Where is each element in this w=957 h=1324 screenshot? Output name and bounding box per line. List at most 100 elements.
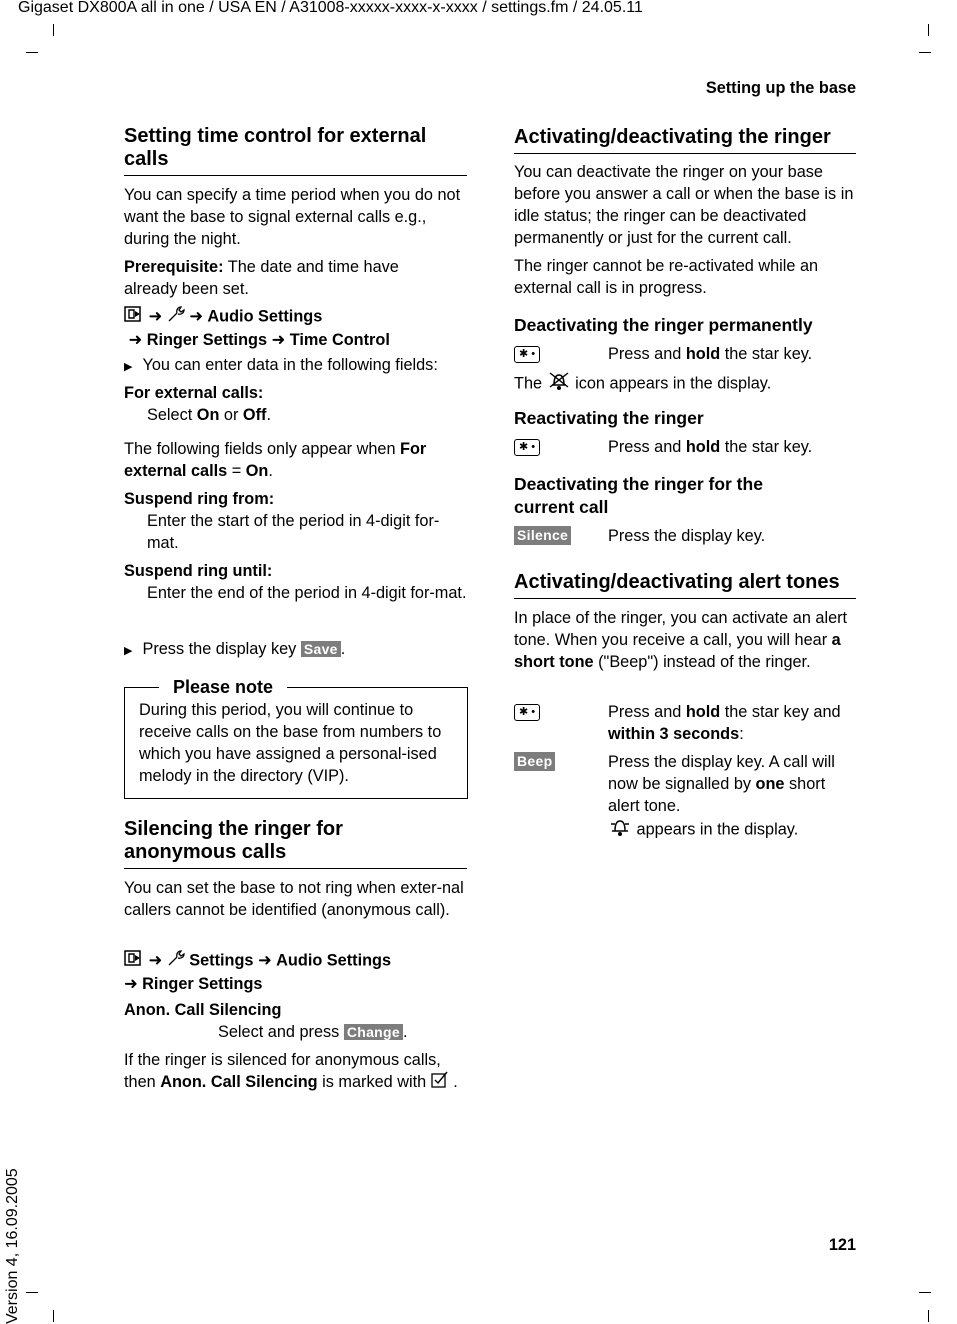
version-label: Version 4, 16.09.2005	[4, 1168, 21, 1324]
anonymous-intro: You can set the base to not ring when ex…	[124, 879, 464, 919]
menu-path-time-control: ➜ ➜ Audio Settings ➜ Ringer Settings ➜ T…	[124, 305, 468, 351]
section-header: Setting up the base	[705, 79, 856, 97]
text: ➜	[144, 951, 167, 970]
bold-text: Anon. Call Silencing	[160, 1073, 318, 1091]
text: or	[219, 406, 243, 424]
bold-text: Ringer Settings	[146, 331, 268, 349]
text: Select	[147, 406, 197, 424]
text: .	[448, 1073, 458, 1091]
silence-display-key[interactable]: Silence	[514, 526, 572, 545]
note-title: Please note	[159, 676, 288, 698]
text: The	[514, 374, 547, 393]
field-label: Suspend ring from:	[124, 490, 275, 508]
text: .	[268, 462, 273, 480]
text: .	[340, 640, 346, 658]
text: the star key and	[720, 703, 841, 721]
field-description: Enter the end of the period in 4-digit f…	[147, 584, 467, 602]
bold-text: hold	[685, 345, 721, 363]
crop-mark	[53, 24, 54, 36]
ringer-note: The ringer cannot be re-activated while …	[514, 257, 819, 297]
text: appears in the display.	[632, 820, 799, 839]
text: ➜	[267, 331, 290, 349]
heading-time-control: Setting time control for external calls	[124, 125, 467, 176]
action-text: Press and hold the star key.	[608, 343, 858, 365]
bold-text: within 3 seconds	[608, 725, 740, 743]
text: ➜	[144, 307, 167, 326]
ringer-intro: You can deactivate the ringer on your ba…	[514, 163, 854, 247]
bold-text: On	[196, 406, 220, 424]
please-note-box: Please note During this period, you will…	[124, 676, 468, 799]
text: Select and press	[218, 1023, 344, 1041]
star-key-icon: ✱ •	[514, 439, 540, 456]
beep-icon	[608, 817, 632, 843]
field-description: Enter the start of the period in 4-digit…	[147, 512, 440, 552]
subheading-current-call: Deactivating the ringer for the current …	[514, 474, 763, 517]
display-key-save[interactable]: Save	[300, 641, 341, 657]
display-key-change[interactable]: Change	[343, 1024, 403, 1040]
doc-info-header: Gigaset DX800A all in one / USA EN / A31…	[18, 0, 643, 16]
time-control-intro: You can specify a time period when you d…	[124, 186, 461, 248]
text: ➜	[184, 307, 208, 326]
crop-mark	[928, 1310, 929, 1322]
wrench-icon	[167, 305, 185, 329]
ringer-off-note: The icon appears in the display.	[514, 371, 858, 397]
text: In place of the ringer, you can activate…	[514, 609, 848, 649]
action-text: Press the display key. A call will now b…	[608, 751, 858, 843]
bold-text: hold	[685, 703, 721, 721]
checkbox-icon	[431, 1071, 449, 1094]
bold-text: Prerequisite:	[124, 258, 224, 276]
text: ➜	[128, 331, 143, 349]
field-label: Suspend ring until:	[124, 562, 273, 580]
star-key-icon: ✱ •	[514, 346, 540, 363]
bold-text: Ringer Settings	[142, 975, 263, 993]
alert-intro: In place of the ringer, you can activate…	[514, 607, 858, 673]
text: Press and	[608, 703, 686, 721]
text: :	[739, 725, 744, 743]
text: .	[266, 406, 271, 424]
step-text: You can enter data in the following fiel…	[142, 356, 438, 374]
text: Press and	[608, 438, 686, 456]
bullet-arrow-icon: ▶	[124, 361, 133, 373]
conditional-note: The following fields only appear when Fo…	[124, 438, 468, 482]
crop-mark	[53, 1310, 54, 1322]
bold-text: Audio Settings	[276, 951, 392, 970]
action-text: Press and hold the star key.	[608, 436, 858, 458]
crop-mark	[919, 1292, 931, 1293]
heading-text: Silencing the ringer for anonymous calls	[124, 818, 343, 863]
text: icon appears in the display.	[570, 374, 772, 393]
heading-ringer: Activating/deactivating the ringer	[514, 126, 856, 154]
bold-text: Off	[242, 406, 267, 424]
manual-page: Gigaset DX800A all in one / USA EN / A31…	[0, 0, 957, 1324]
wrench-icon	[167, 949, 185, 973]
heading-alert-tones: Activating/deactivating alert tones	[514, 571, 856, 599]
bold-text: Time Control	[289, 331, 390, 349]
text: =	[227, 462, 246, 480]
text: Press and	[608, 345, 686, 363]
crop-mark	[26, 52, 38, 53]
crop-mark	[26, 1292, 38, 1293]
page-number: 121	[828, 1236, 856, 1254]
beep-display-key[interactable]: Beep	[514, 752, 556, 771]
step-enter-data: ▶ You can enter data in the following fie…	[124, 354, 468, 378]
subheading-deactivate-permanent: Deactivating the ringer permanently	[514, 315, 813, 335]
menu-key-icon	[124, 306, 144, 328]
field-label: For external calls:	[124, 384, 264, 402]
prerequisite: Prerequisite: The date and time have alr…	[124, 256, 424, 300]
ringer-off-icon	[547, 371, 571, 397]
text: ("Beep") instead of the ringer.	[593, 653, 811, 671]
bold-text: Settings	[184, 951, 254, 970]
anonymous-outro: If the ringer is silenced for anonymous …	[124, 1049, 468, 1094]
step-text: Press the display key Save.	[142, 640, 345, 658]
action-text: Press and hold the star key and within 3…	[608, 701, 858, 745]
menu-path-anonymous: ➜ Settings ➜ Audio Settings ➜ Ringer Set…	[124, 949, 468, 995]
bold-text: On	[245, 462, 269, 480]
text: ➜	[253, 951, 277, 970]
field-description: Select On or Off.	[147, 404, 467, 426]
bold-text: Audio Settings	[207, 307, 323, 326]
text: Press the display key	[142, 640, 301, 658]
action-text: Press the display key.	[608, 527, 766, 545]
star-key-icon: ✱ •	[514, 704, 540, 721]
text: .	[402, 1023, 408, 1041]
bullet-arrow-icon: ▶	[124, 645, 133, 657]
step-press-save: ▶ Press the display key Save.	[124, 638, 468, 662]
